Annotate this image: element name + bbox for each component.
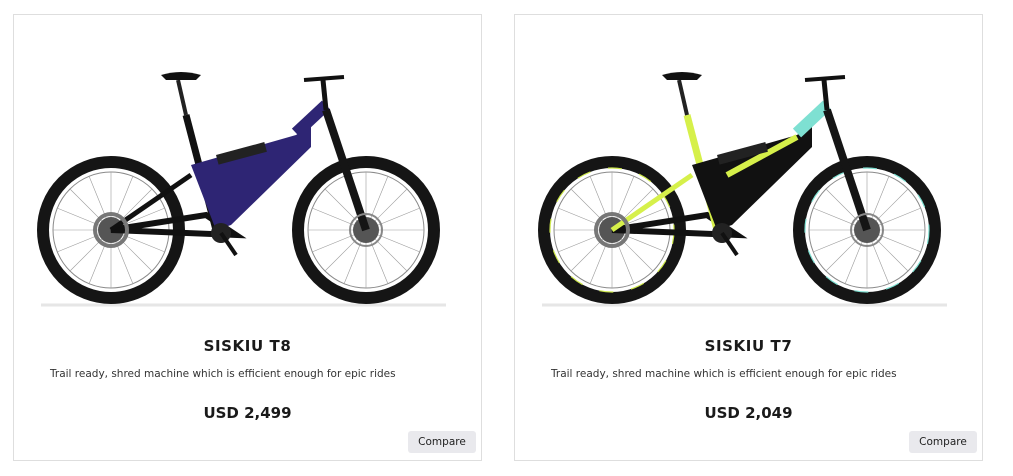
bike-image[interactable]: [527, 55, 967, 315]
product-price: USD 2,499: [203, 404, 292, 422]
product-description: Trail ready, shred machine which is effi…: [551, 368, 897, 380]
compare-button[interactable]: Compare: [909, 431, 977, 453]
compare-button[interactable]: Compare: [408, 431, 476, 453]
product-title[interactable]: SISKIU T8: [14, 337, 481, 355]
product-description: Trail ready, shred machine which is effi…: [50, 368, 396, 380]
bike-image[interactable]: [26, 55, 466, 315]
product-title[interactable]: SISKIU T7: [515, 337, 982, 355]
product-price: USD 2,049: [704, 404, 793, 422]
product-card[interactable]: SISKIU T7 Trail ready, shred machine whi…: [514, 14, 983, 461]
product-grid: SISKIU T8 Trail ready, shred machine whi…: [0, 0, 1013, 476]
product-card[interactable]: SISKIU T8 Trail ready, shred machine whi…: [13, 14, 482, 461]
